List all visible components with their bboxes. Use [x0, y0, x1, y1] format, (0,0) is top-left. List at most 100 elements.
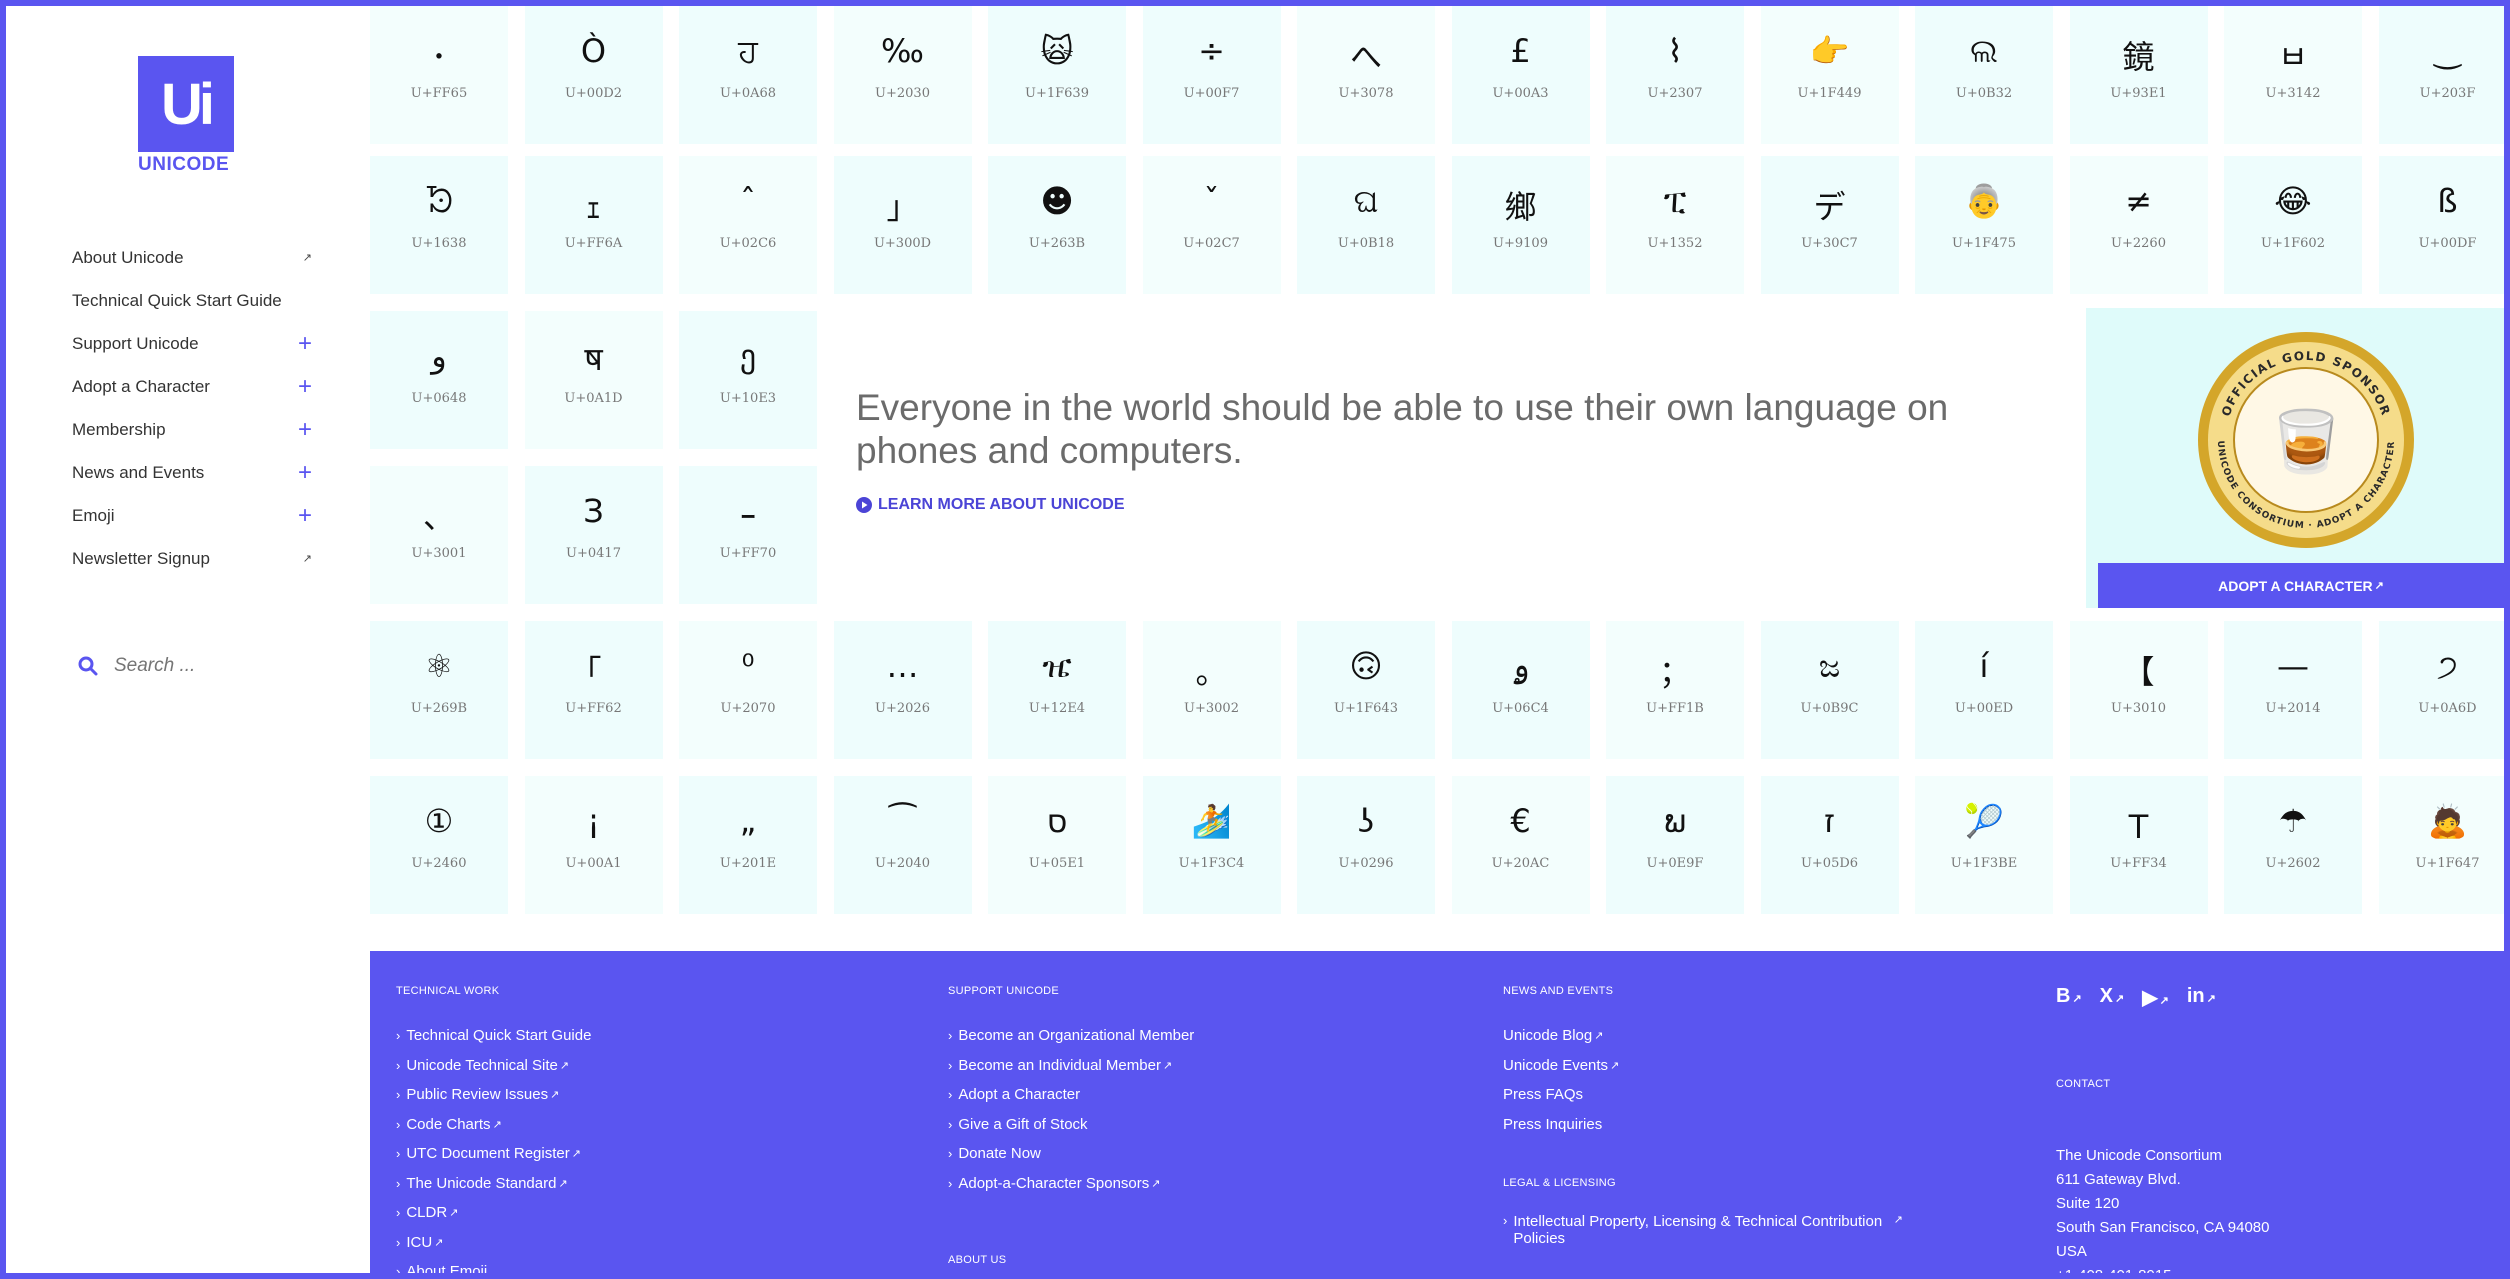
character-tile[interactable]: ß U+00DF [2378, 156, 2504, 294]
character-tile[interactable]: Ｔ U+FF34 [2069, 776, 2208, 914]
footer-link[interactable]: › About Emoji [396, 1257, 591, 1273]
character-tile[interactable]: ☻ U+263B [988, 156, 1126, 294]
character-tile[interactable]: 、 U+3001 [370, 466, 508, 604]
character-tile[interactable]: ｪ U+FF6A [524, 156, 663, 294]
character-tile[interactable]: ｢ U+FF62 [524, 621, 663, 759]
character-tile[interactable]: 」 U+300D [833, 156, 972, 294]
character-tile[interactable]: 鏡 U+93E1 [2069, 6, 2208, 144]
character-tile[interactable]: ष U+0A1D [524, 311, 663, 449]
character-tile[interactable]: 🏄 U+1F3C4 [1142, 776, 1281, 914]
character-tile[interactable]: ¡ U+00A1 [524, 776, 663, 914]
character-tile[interactable]: — U+2014 [2224, 621, 2362, 759]
footer-link[interactable]: › Become an Organizational Member [948, 1021, 1194, 1051]
character-tile[interactable]: 😂 U+1F602 [2224, 156, 2362, 294]
character-tile[interactable]: ⌇ U+2307 [1606, 6, 1744, 144]
character-tile[interactable]: € U+20AC [1451, 776, 1590, 914]
character-tile[interactable]: 🙃 U+1F643 [1297, 621, 1435, 759]
sidebar-item[interactable]: Newsletter Signup ↗ [72, 537, 312, 580]
x-icon[interactable]: X ↗ [2100, 985, 2125, 1010]
character-tile[interactable]: ☂ U+2602 [2224, 776, 2362, 914]
character-tile[interactable]: З U+0417 [524, 466, 663, 604]
character-tile[interactable]: ˆ U+02C6 [679, 156, 817, 294]
footer-link[interactable]: Press FAQs [1503, 1080, 1903, 1110]
footer-link[interactable]: › Give a Gift of Stock [948, 1110, 1194, 1140]
character-tile[interactable]: ˇ U+02C7 [1142, 156, 1281, 294]
footer-link[interactable]: Unicode Events ↗ [1503, 1051, 1903, 1081]
character-tile[interactable]: ⁀ U+2040 [833, 776, 972, 914]
plus-icon[interactable]: + [298, 417, 312, 442]
character-tile[interactable]: ଘ U+0B18 [1297, 156, 1435, 294]
character-tile[interactable]: へ U+3078 [1297, 6, 1435, 144]
linkedin-icon[interactable]: in ↗ [2187, 985, 2216, 1010]
character-tile[interactable]: ÷ U+00F7 [1142, 6, 1281, 144]
sidebar-item[interactable]: Emoji + [72, 494, 312, 537]
character-tile[interactable]: ① U+2460 [370, 776, 508, 914]
footer-link[interactable]: › Become an Individual Member ↗ [948, 1051, 1194, 1081]
plus-icon[interactable]: + [298, 503, 312, 528]
character-tile[interactable]: 【 U+3010 [2069, 621, 2208, 759]
search-input[interactable] [112, 654, 276, 678]
sidebar-item[interactable]: Adopt a Character + [72, 365, 312, 408]
character-tile[interactable]: 🙇 U+1F647 [2378, 776, 2504, 914]
character-tile[interactable]: £ U+00A3 [1451, 6, 1590, 144]
character-tile[interactable]: ʖ U+0296 [1297, 776, 1435, 914]
character-tile[interactable]: デ U+30C7 [1760, 156, 1899, 294]
unicode-logo[interactable]: Ui UNICODE [138, 56, 238, 176]
character-tile[interactable]: ‿ U+203F [2378, 6, 2504, 144]
character-tile[interactable]: ພ U+0E9F [1606, 776, 1744, 914]
character-tile[interactable]: ᘸ U+1638 [370, 156, 508, 294]
sidebar-item[interactable]: Technical Quick Start Guide [72, 279, 312, 322]
youtube-icon[interactable]: ▶ ↗ [2142, 985, 2169, 1010]
footer-link[interactable]: › Public Review Issues ↗ [396, 1080, 591, 1110]
footer-link[interactable]: › CLDR ↗ [396, 1198, 591, 1228]
character-tile[interactable]: ۄ U+06C4 [1451, 621, 1590, 759]
footer-link[interactable]: › Donate Now [948, 1139, 1194, 1169]
character-tile[interactable]: ዤ U+12E4 [988, 621, 1126, 759]
character-tile[interactable]: ე U+10E3 [679, 311, 817, 449]
blogger-icon[interactable]: B ↗ [2056, 985, 2082, 1010]
character-tile[interactable]: ｰ U+FF70 [679, 466, 817, 604]
plus-icon[interactable]: + [298, 331, 312, 356]
character-tile[interactable]: ≠ U+2260 [2069, 156, 2208, 294]
footer-link[interactable]: › UTC Document Register ↗ [396, 1139, 591, 1169]
sidebar-item[interactable]: Membership + [72, 408, 312, 451]
character-tile[interactable]: ； U+FF1B [1606, 621, 1744, 759]
character-tile[interactable]: ס U+05E1 [988, 776, 1126, 914]
footer-link[interactable]: › The Unicode Standard ↗ [396, 1169, 591, 1199]
character-tile[interactable]: ･ U+FF65 [370, 6, 508, 144]
character-tile[interactable]: Ò U+00D2 [524, 6, 663, 144]
character-tile[interactable]: ז U+05D6 [1760, 776, 1899, 914]
adopt-character-button[interactable]: ADOPT A CHARACTER ↗ [2098, 563, 2504, 608]
character-tile[interactable]: ੭ U+0A6D [2378, 621, 2504, 759]
character-tile[interactable]: … U+2026 [833, 621, 972, 759]
character-tile[interactable]: ㅂ U+3142 [2224, 6, 2362, 144]
character-tile[interactable]: ‰ U+2030 [833, 6, 972, 144]
character-tile[interactable]: í U+00ED [1915, 621, 2053, 759]
character-tile[interactable]: 🙀 U+1F639 [988, 6, 1126, 144]
footer-link[interactable]: › Adopt a Character [948, 1080, 1194, 1110]
footer-link[interactable]: Unicode Blog ↗ [1503, 1021, 1903, 1051]
character-tile[interactable]: 。 U+3002 [1142, 621, 1281, 759]
plus-icon[interactable]: + [298, 374, 312, 399]
footer-link[interactable]: Press Inquiries [1503, 1110, 1903, 1140]
character-tile[interactable]: ಜ U+0B9C [1760, 621, 1899, 759]
character-tile[interactable]: ଲ U+0B32 [1915, 6, 2053, 144]
sidebar-item[interactable]: News and Events + [72, 451, 312, 494]
character-tile[interactable]: 👉 U+1F449 [1760, 6, 1899, 144]
learn-more-link[interactable]: LEARN MORE ABOUT UNICODE [856, 496, 1976, 514]
character-tile[interactable]: 👵 U+1F475 [1915, 156, 2053, 294]
character-tile[interactable]: ፒ U+1352 [1606, 156, 1744, 294]
character-tile[interactable]: ਹ U+0A68 [679, 6, 817, 144]
character-tile[interactable]: ⚛ U+269B [370, 621, 508, 759]
sidebar-item[interactable]: Support Unicode + [72, 322, 312, 365]
footer-link[interactable]: › Unicode Technical Site ↗ [396, 1051, 591, 1081]
character-tile[interactable]: ⁰ U+2070 [679, 621, 817, 759]
plus-icon[interactable]: + [298, 460, 312, 485]
character-tile[interactable]: 鄉 U+9109 [1451, 156, 1590, 294]
footer-link[interactable]: › Code Charts ↗ [396, 1110, 591, 1140]
footer-link[interactable]: › Adopt-a-Character Sponsors ↗ [948, 1169, 1194, 1199]
footer-link[interactable]: › ICU ↗ [396, 1228, 591, 1258]
sidebar-item[interactable]: About Unicode ↗ [72, 236, 312, 279]
search-box[interactable] [78, 654, 276, 678]
footer-legal-link[interactable]: › Intellectual Property, Licensing & Tec… [1503, 1213, 1903, 1247]
